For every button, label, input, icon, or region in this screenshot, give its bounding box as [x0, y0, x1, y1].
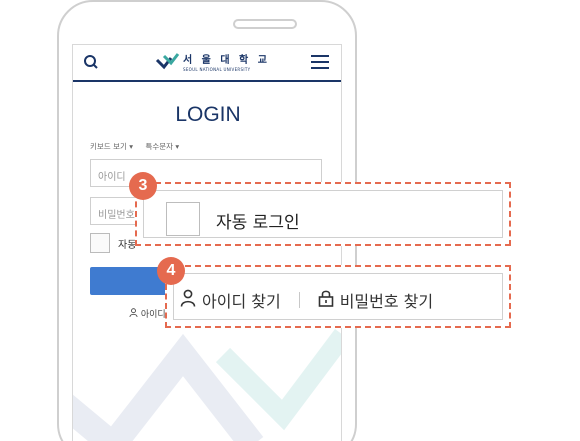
search-icon[interactable] — [83, 54, 99, 74]
find-links-row: 아이디 찾기 비밀번호 찾기 — [180, 288, 433, 312]
logo-mark-icon — [155, 53, 180, 70]
auto-login-zoom: 자동 로그인 — [143, 190, 503, 238]
link-divider — [298, 292, 300, 308]
auto-login-callout: 자동 로그인 — [135, 182, 511, 246]
keyboard-view-toggle[interactable]: 키보드 보기 ▾ — [90, 142, 133, 151]
university-logo[interactable]: 서 울 대 학 교 SEOUL NATIONAL UNIVERSITY — [155, 50, 267, 76]
step-badge-3: 3 — [129, 172, 157, 200]
auto-login-label: 자동 로그인 — [216, 213, 300, 233]
logo-subtitle: SEOUL NATIONAL UNIVERSITY — [183, 67, 251, 72]
hamburger-menu-icon[interactable] — [311, 54, 329, 74]
find-password-link[interactable]: 비밀번호 찾기 — [340, 288, 433, 312]
step-badge-4: 4 — [157, 257, 185, 285]
special-chars-toggle[interactable]: 특수문자 ▾ — [145, 142, 179, 151]
find-account-callout: 아이디 찾기 비밀번호 찾기 — [165, 265, 511, 328]
site-header: 서 울 대 학 교 SEOUL NATIONAL UNIVERSITY — [73, 45, 341, 82]
auto-login-checkbox-small[interactable] — [90, 233, 110, 253]
logo-name: 서 울 대 학 교 — [183, 55, 270, 66]
auto-login-checkbox[interactable] — [166, 202, 200, 236]
user-icon — [180, 289, 196, 311]
find-account-zoom: 아이디 찾기 비밀번호 찾기 — [173, 273, 503, 320]
keyboard-options: 키보드 보기 ▾ 특수문자 ▾ — [90, 141, 189, 152]
phone-speaker — [233, 19, 297, 29]
find-id-link[interactable]: 아이디 찾기 — [202, 288, 281, 312]
auto-login-label-small: 자동 — [118, 240, 137, 251]
background-decoration — [73, 329, 341, 441]
login-title: LOGIN — [175, 103, 241, 126]
lock-icon — [318, 289, 334, 311]
